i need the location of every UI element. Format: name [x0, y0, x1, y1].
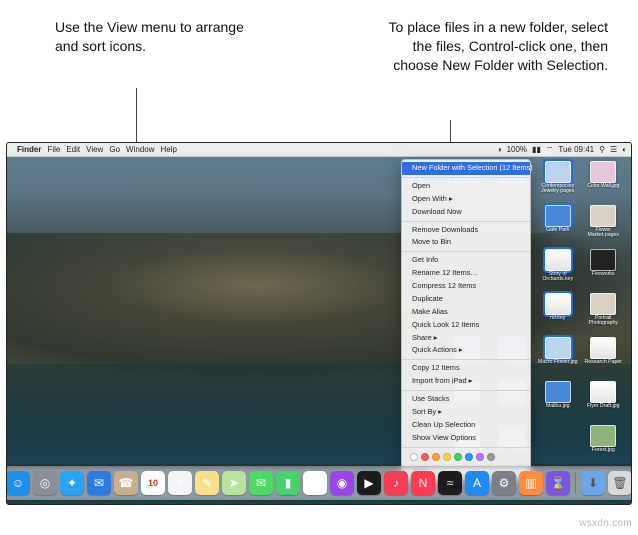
cm-separator — [402, 447, 530, 448]
dock-notes-icon[interactable]: ✎ — [195, 471, 219, 495]
cm-separator — [402, 359, 530, 360]
cm-compress[interactable]: Compress 12 Items — [402, 280, 530, 293]
cm-quick-look[interactable]: Quick Look 12 Items — [402, 319, 530, 332]
context-menu: New Folder with Selection (12 Items) Ope… — [401, 159, 531, 480]
cm-use-stacks[interactable]: Use Stacks — [402, 393, 530, 406]
control-center-icon[interactable]: ☰ — [610, 145, 617, 154]
dock-mail-icon[interactable]: ✉ — [87, 471, 111, 495]
dock-trash-icon[interactable]: 🗑 — [608, 471, 632, 495]
cm-remove-downloads[interactable]: Remove Downloads — [402, 224, 530, 237]
spotlight-icon[interactable]: ⚲ — [599, 145, 605, 154]
cm-copy[interactable]: Copy 12 Items — [402, 362, 530, 375]
dock-launchpad-icon[interactable]: ◎ — [33, 471, 57, 495]
menu-edit[interactable]: Edit — [66, 145, 80, 154]
menu-view[interactable]: View — [86, 145, 103, 154]
desktop-icon[interactable]: Macro Flower.jpg — [536, 337, 580, 379]
dock-stocks-icon[interactable]: ≈ — [438, 471, 462, 495]
menu-help[interactable]: Help — [160, 145, 176, 154]
desktop-icon[interactable]: Research Paper — [582, 337, 626, 379]
desktop-icon[interactable]: Flower Market.pages — [582, 205, 626, 247]
wifi-icon[interactable]: ⌔ — [546, 145, 554, 155]
desktop-icon[interactable]: Portrait Photography — [582, 293, 626, 335]
menubar-app-name[interactable]: Finder — [17, 145, 41, 154]
dock-screen-time-icon[interactable]: ⌛ — [546, 471, 570, 495]
tag-orange-icon[interactable] — [432, 453, 440, 461]
cm-separator — [402, 177, 530, 178]
cm-open-with[interactable]: Open With ▸ — [402, 193, 530, 206]
tag-yellow-icon[interactable] — [443, 453, 451, 461]
annotation-right: To place files in a new folder, select t… — [373, 18, 608, 75]
tag-green-icon[interactable] — [454, 453, 462, 461]
desktop-icon[interactable]: nd.key — [536, 293, 580, 335]
cm-share[interactable]: Share ▸ — [402, 332, 530, 345]
tag-blue-icon[interactable] — [465, 453, 473, 461]
cm-get-info[interactable]: Get Info — [402, 254, 530, 267]
annotation-area: Use the View menu to arrange and sort ic… — [0, 0, 638, 81]
dock-podcasts-icon[interactable]: ◉ — [330, 471, 354, 495]
dock-reminders-icon[interactable]: ≡ — [168, 471, 192, 495]
cm-sort-by[interactable]: Sort By ▸ — [402, 406, 530, 419]
annotation-left: Use the View menu to arrange and sort ic… — [55, 18, 265, 75]
dock-photos-icon[interactable]: ❀ — [303, 471, 327, 495]
dock-music-icon[interactable]: ♪ — [384, 471, 408, 495]
cm-show-view-options[interactable]: Show View Options — [402, 432, 530, 445]
cm-separator — [402, 251, 530, 252]
dock-maps-icon[interactable]: ➤ — [222, 471, 246, 495]
tag-red-icon[interactable] — [421, 453, 429, 461]
cm-tags-row[interactable] — [402, 450, 530, 465]
tag-none-icon[interactable] — [410, 453, 418, 461]
desktop-icon[interactable]: Gate Park — [536, 205, 580, 247]
cm-clean-up-selection[interactable]: Clean Up Selection — [402, 419, 530, 432]
cm-make-alias[interactable]: Make Alias — [402, 306, 530, 319]
cm-move-to-bin[interactable]: Move to Bin — [402, 236, 530, 249]
cm-rename[interactable]: Rename 12 Items… — [402, 267, 530, 280]
desktop-icon[interactable]: Fireworks — [582, 249, 626, 291]
desktop-icon[interactable]: Contemporary Jewelry pages — [536, 161, 580, 203]
desktop-icon[interactable]: Color Wall.jpg — [582, 161, 626, 203]
dock-news-icon[interactable]: N — [411, 471, 435, 495]
battery-icon: ▮▮ — [532, 145, 541, 154]
cm-duplicate[interactable]: Duplicate — [402, 293, 530, 306]
battery-percent: 100% — [507, 145, 527, 154]
cm-quick-actions[interactable]: Quick Actions ▸ — [402, 344, 530, 357]
menu-window[interactable]: Window — [126, 145, 154, 154]
notification-center-icon[interactable]: ◐ — [622, 145, 627, 154]
dock-messages-icon[interactable]: ✉ — [249, 471, 273, 495]
siri-icon[interactable]: ◑ — [497, 145, 502, 154]
tag-gray-icon[interactable] — [487, 453, 495, 461]
dock-facetime-icon[interactable]: ▮ — [276, 471, 300, 495]
menu-file[interactable]: File — [47, 145, 60, 154]
cm-open[interactable]: Open — [402, 180, 530, 193]
cm-download-now[interactable]: Download Now — [402, 206, 530, 219]
desktop-icon[interactable]: Flyer Draft.jpg — [582, 381, 626, 423]
cm-import-from-ipad[interactable]: Import from iPad ▸ — [402, 375, 530, 388]
mac-desktop: Finder File Edit View Go Window Help ◑ 1… — [6, 142, 632, 505]
callout-line-left — [136, 88, 137, 147]
dock-separator — [575, 472, 576, 494]
dock-books-icon[interactable]: ▥ — [519, 471, 543, 495]
menu-go[interactable]: Go — [109, 145, 120, 154]
dock-appstore-icon[interactable]: A — [465, 471, 489, 495]
clock[interactable]: Tue 09:41 — [558, 145, 594, 154]
watermark: wsxdn.com — [579, 518, 632, 529]
desktop-icon[interactable]: Malibu.jpg — [536, 381, 580, 423]
dock-finder-icon[interactable]: ☺ — [6, 471, 30, 495]
menubar: Finder File Edit View Go Window Help ◑ 1… — [7, 143, 631, 157]
dock-preferences-icon[interactable]: ⚙ — [492, 471, 516, 495]
desktop-icon[interactable]: Forest.jpg — [582, 425, 626, 467]
dock-calendar-icon[interactable]: 10 — [141, 471, 165, 495]
cm-separator — [402, 221, 530, 222]
dock-tv-icon[interactable]: ▶ — [357, 471, 381, 495]
cm-new-folder-with-selection[interactable]: New Folder with Selection (12 Items) — [402, 162, 530, 175]
dock-downloads-icon[interactable]: ⬇ — [581, 471, 605, 495]
desktop-icon[interactable]: Story of Orchards.key — [536, 249, 580, 291]
tag-purple-icon[interactable] — [476, 453, 484, 461]
dock: ☺◎✦✉☎10≡✎➤✉▮❀◉▶♪N≈A⚙▥⌛⬇🗑 — [6, 466, 632, 500]
cm-separator — [402, 390, 530, 391]
dock-contacts-icon[interactable]: ☎ — [114, 471, 138, 495]
dock-safari-icon[interactable]: ✦ — [60, 471, 84, 495]
